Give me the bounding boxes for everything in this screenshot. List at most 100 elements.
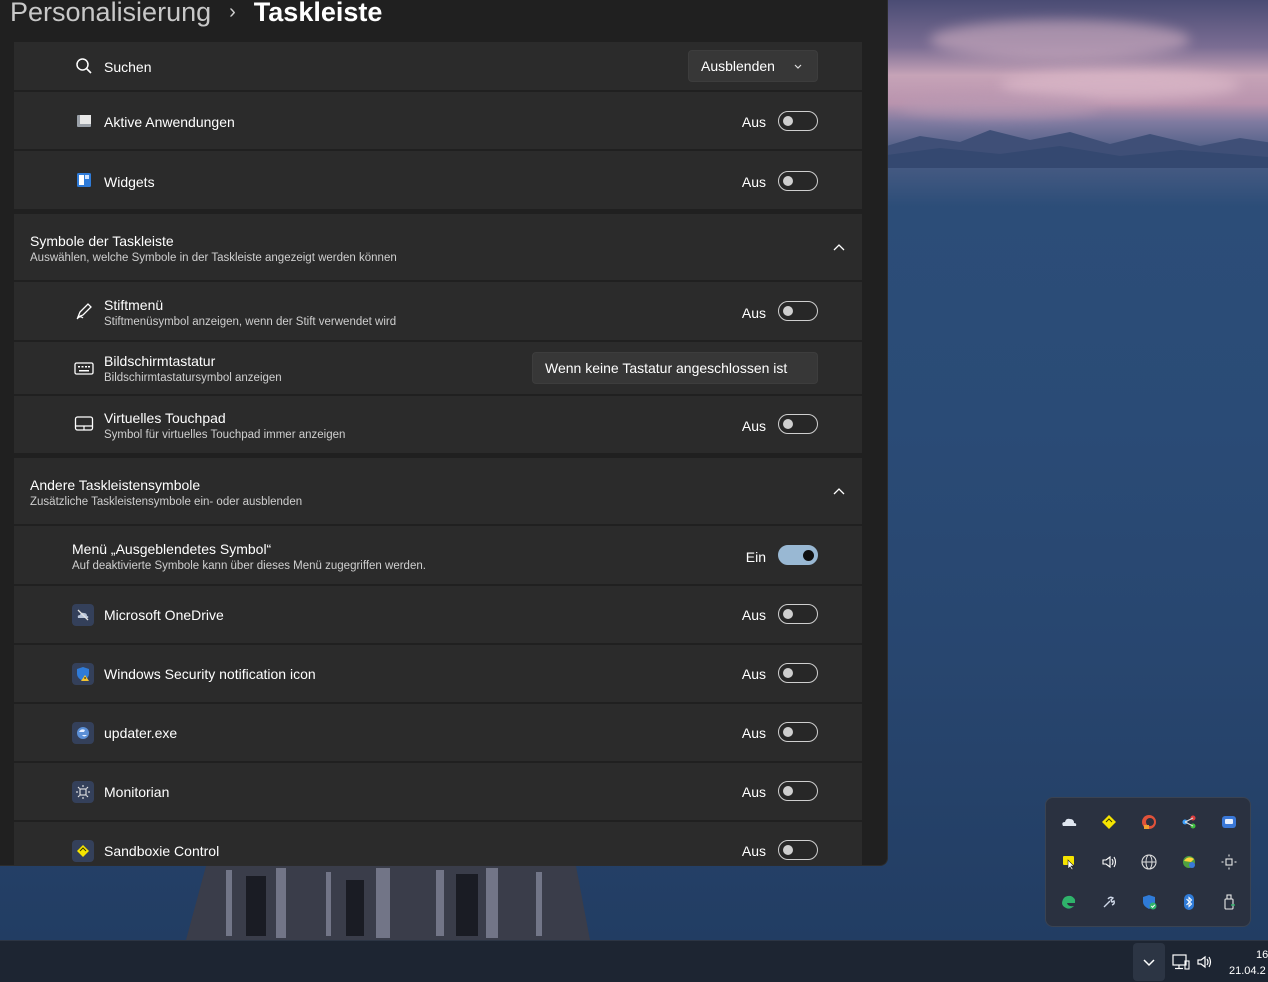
updater-icon[interactable] — [1177, 850, 1201, 874]
settings-window: Personalisierung › Taskleiste Suchen Aus… — [0, 0, 888, 866]
section-title: Symbole der Taskleiste — [30, 233, 174, 249]
setting-description: Stiftmenüsymbol anzeigen, wenn der Stift… — [104, 316, 397, 328]
setting-description: Bildschirmtastatursymbol anzeigen — [104, 372, 282, 384]
toggle-state-label: Aus — [741, 305, 766, 321]
setting-row-app: updater.exe Aus — [14, 704, 862, 761]
dropdown-value: Wenn keine Tastatur angeschlossen ist — [545, 360, 788, 376]
setting-label: Sandboxie Control — [104, 843, 220, 859]
windows-security-icon — [72, 663, 94, 685]
windows-security-icon[interactable] — [1137, 890, 1161, 914]
toggle-state-label: Aus — [741, 843, 766, 859]
setting-description: Auf deaktivierte Symbole kann über diese… — [72, 560, 426, 572]
network-app-icon[interactable] — [1177, 810, 1201, 834]
globe-icon[interactable] — [1137, 850, 1161, 874]
onedrive-icon — [72, 604, 94, 626]
toggle-state-label: Aus — [741, 114, 766, 130]
setting-row-app: Windows Security notification icon Aus — [14, 645, 862, 702]
toggle-state-label: Aus — [741, 607, 766, 623]
toggle-state-label: Ein — [745, 549, 766, 565]
setting-row-app: Monitorian Aus — [14, 763, 862, 820]
pier-image — [186, 866, 590, 940]
touchpad-icon — [74, 414, 94, 434]
remote-desktop-icon[interactable] — [1217, 810, 1241, 834]
clock-time[interactable]: 16 — [1256, 949, 1268, 961]
clock-date[interactable]: 21.04.2 — [1229, 965, 1266, 977]
widgets-icon — [74, 170, 94, 190]
setting-label: Suchen — [104, 59, 152, 75]
sandboxie-icon — [72, 840, 94, 862]
section-header-other-icons[interactable]: Andere Taskleistensymbole Zusätzliche Ta… — [14, 458, 862, 524]
onedrive-toggle[interactable] — [778, 604, 818, 624]
setting-label: Widgets — [104, 174, 155, 190]
section-subtitle: Zusätzliche Taskleistensymbole ein- oder… — [30, 496, 303, 508]
section-header-taskbar-icons[interactable]: Symbole der Taskleiste Auswählen, welche… — [14, 214, 862, 280]
section-subtitle: Auswählen, welche Symbole in der Tasklei… — [30, 252, 397, 264]
setting-label: Windows Security notification icon — [104, 666, 316, 682]
breadcrumb-separator: › — [229, 0, 236, 23]
toggle-state-label: Aus — [741, 784, 766, 800]
breadcrumb: Personalisierung › Taskleiste — [10, 0, 382, 32]
breadcrumb-parent-link[interactable]: Personalisierung — [10, 0, 211, 28]
toggle-state-label: Aus — [741, 174, 766, 190]
monitorian-toggle[interactable] — [778, 781, 818, 801]
hidden-icon-menu-toggle[interactable] — [778, 545, 818, 565]
usb-eject-icon[interactable] — [1217, 890, 1241, 914]
setting-row-app: Microsoft OneDrive Aus — [14, 586, 862, 643]
taskbar: 16 21.04.2 — [0, 940, 1268, 982]
setting-row-search: Suchen Ausblenden — [14, 42, 862, 90]
bluetooth-icon[interactable] — [1177, 890, 1201, 914]
dropdown-value: Ausblenden — [701, 58, 775, 74]
show-hidden-icons-button[interactable] — [1133, 943, 1165, 981]
touch-keyboard-dropdown[interactable]: Wenn keine Tastatur angeschlossen ist — [532, 352, 818, 384]
page-title: Taskleiste — [253, 0, 383, 27]
setting-row-task-view: Aktive Anwendungen Aus — [14, 92, 862, 149]
setting-label: updater.exe — [104, 725, 178, 741]
onedrive-icon[interactable] — [1057, 810, 1081, 834]
setting-description: Symbol für virtuelles Touchpad immer anz… — [104, 429, 346, 441]
tray-overflow-flyout — [1045, 797, 1251, 927]
task-view-icon — [74, 111, 94, 131]
section-title: Andere Taskleistensymbole — [30, 477, 201, 493]
pen-icon — [74, 301, 94, 321]
setting-label: Virtuelles Touchpad — [104, 410, 226, 426]
keyboard-icon — [74, 358, 94, 378]
setting-label: Stiftmenü — [104, 297, 164, 313]
network-icon[interactable] — [1172, 953, 1190, 971]
setting-row-touch-keyboard: Bildschirmtastatur Bildschirmtastatursym… — [14, 342, 862, 394]
chevron-down-icon — [794, 64, 802, 69]
pointer-app-icon[interactable] — [1057, 850, 1081, 874]
windows-security-toggle[interactable] — [778, 663, 818, 683]
search-mode-dropdown[interactable]: Ausblenden — [688, 50, 818, 82]
sandboxie-icon[interactable] — [1097, 810, 1121, 834]
ccleaner-icon[interactable] — [1137, 810, 1161, 834]
sandboxie-toggle[interactable] — [778, 840, 818, 860]
setting-label: Microsoft OneDrive — [104, 607, 224, 623]
pen-menu-toggle[interactable] — [778, 301, 818, 321]
edge-icon[interactable] — [1057, 890, 1081, 914]
updater-icon — [72, 722, 94, 744]
volume-icon[interactable] — [1196, 953, 1214, 971]
setting-row-app: Sandboxie Control Aus — [14, 822, 862, 865]
updater-toggle[interactable] — [778, 722, 818, 742]
mountains — [880, 130, 1268, 168]
monitorian-icon — [72, 781, 94, 803]
chevron-up-icon[interactable] — [832, 241, 846, 255]
chevron-down-icon — [1143, 959, 1155, 967]
tools-icon[interactable] — [1097, 890, 1121, 914]
setting-row-hidden-icon-menu: Menü „Ausgeblendetes Symbol“ Auf deaktiv… — [14, 526, 862, 584]
brightness-icon[interactable] — [1217, 850, 1241, 874]
setting-label: Monitorian — [104, 784, 170, 800]
chevron-up-icon[interactable] — [832, 485, 846, 499]
widgets-toggle[interactable] — [778, 171, 818, 191]
toggle-state-label: Aus — [741, 725, 766, 741]
setting-row-pen-menu: Stiftmenü Stiftmenüsymbol anzeigen, wenn… — [14, 282, 862, 340]
search-icon — [74, 56, 94, 76]
volume-icon[interactable] — [1097, 850, 1121, 874]
toggle-state-label: Aus — [741, 666, 766, 682]
setting-row-widgets: Widgets Aus — [14, 151, 862, 209]
task-view-toggle[interactable] — [778, 111, 818, 131]
toggle-state-label: Aus — [741, 418, 766, 434]
setting-label: Aktive Anwendungen — [104, 114, 235, 130]
setting-label: Menü „Ausgeblendetes Symbol“ — [72, 541, 272, 557]
virtual-touchpad-toggle[interactable] — [778, 414, 818, 434]
